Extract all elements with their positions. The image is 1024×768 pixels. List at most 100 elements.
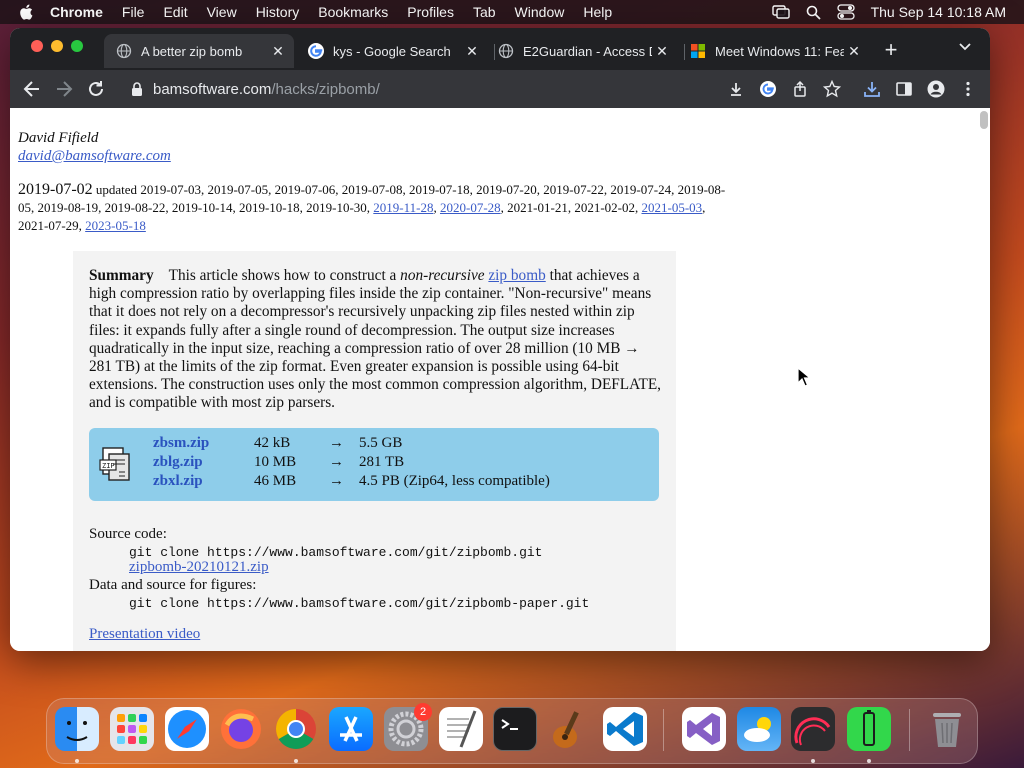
menu-help[interactable]: Help <box>583 4 612 20</box>
tab-strip: A better zip bomb ✕ kys - Google Search … <box>10 28 990 70</box>
fullscreen-window-button[interactable] <box>71 40 83 52</box>
download-link[interactable]: zbsm.zip <box>153 435 209 452</box>
browser-window: A better zip bomb ✕ kys - Google Search … <box>10 28 990 651</box>
summary-paragraph: Summary This article shows how to constr… <box>89 267 661 413</box>
data-git-command: git clone https://www.bamsoftware.com/gi… <box>129 596 590 611</box>
close-tab-icon[interactable]: ✕ <box>462 43 482 60</box>
new-tab-button[interactable]: + <box>879 39 903 63</box>
profile-avatar-icon[interactable] <box>927 80 945 98</box>
tab-search-chevron-icon[interactable] <box>958 40 972 54</box>
lock-icon[interactable] <box>131 81 143 97</box>
system-settings-icon[interactable]: 2 <box>384 703 432 751</box>
publication-date: 2019-07-02 <box>18 181 93 198</box>
updated-label: updated <box>95 182 138 197</box>
update-link-2023-05-18[interactable]: 2023-05-18 <box>85 218 146 233</box>
weather-icon[interactable] <box>737 707 781 751</box>
forward-arrow-icon[interactable] <box>54 79 74 99</box>
install-app-icon[interactable] <box>727 80 745 98</box>
data-source-label: Data and source for figures: <box>89 577 257 593</box>
firefox-icon[interactable] <box>219 707 263 751</box>
publication-dates: 2019-07-02 updated 2019-07-03, 2019-07-0… <box>18 181 726 233</box>
close-window-button[interactable] <box>31 40 43 52</box>
tab-google-search[interactable]: kys - Google Search ✕ <box>296 34 488 68</box>
instruments-icon[interactable] <box>791 707 835 751</box>
apple-menu-icon[interactable] <box>18 3 36 21</box>
launchpad-icon[interactable] <box>110 707 154 751</box>
tab-e2guardian[interactable]: E2Guardian - Access D ✕ <box>486 34 678 68</box>
close-tab-icon[interactable]: ✕ <box>268 43 288 60</box>
bookmark-star-icon[interactable] <box>823 80 841 98</box>
source-git-command: git clone https://www.bamsoftware.com/gi… <box>129 545 543 560</box>
presentation-video-link[interactable]: Presentation video <box>89 626 200 643</box>
page-viewport[interactable]: David Fifield david@bamsoftware.com 2019… <box>10 108 990 651</box>
updated-dates: 2021-07-29, <box>18 218 82 233</box>
control-center-icon[interactable] <box>836 4 855 20</box>
menu-profiles[interactable]: Profiles <box>407 4 454 20</box>
garageband-icon[interactable] <box>547 707 591 751</box>
side-panel-icon[interactable] <box>895 80 913 98</box>
google-lens-icon[interactable] <box>759 80 777 98</box>
menu-file[interactable]: File <box>122 4 145 20</box>
menu-bookmarks[interactable]: Bookmarks <box>318 4 388 20</box>
visual-studio-icon[interactable] <box>682 707 726 751</box>
summary-emphasis: non-recursive <box>400 267 485 284</box>
chrome-icon[interactable] <box>274 707 318 751</box>
expanded-size: 4.5 PB (Zip64, less compatible) <box>359 473 550 489</box>
downloads-icon[interactable] <box>863 80 881 98</box>
menu-history[interactable]: History <box>256 4 300 20</box>
running-indicator <box>294 759 298 763</box>
vscode-icon[interactable] <box>603 707 647 751</box>
address-bar[interactable]: bamsoftware.com/hacks/zipbomb/ <box>119 74 719 104</box>
trash-icon[interactable] <box>925 707 969 751</box>
minimize-window-button[interactable] <box>51 40 63 52</box>
menu-window[interactable]: Window <box>515 4 565 20</box>
close-tab-icon[interactable]: ✕ <box>652 43 672 60</box>
source-code-label: Source code: <box>89 526 167 542</box>
reload-icon[interactable] <box>86 79 106 99</box>
share-icon[interactable] <box>791 80 809 98</box>
back-arrow-icon[interactable] <box>22 79 42 99</box>
tab-title: kys - Google Search <box>333 43 451 59</box>
globe-icon <box>498 43 514 59</box>
running-indicator <box>811 759 815 763</box>
update-link-2020-07-28[interactable]: 2020-07-28 <box>440 200 501 215</box>
screen-mirroring-icon[interactable] <box>771 5 790 19</box>
summary-box: Summary This article shows how to constr… <box>73 251 676 651</box>
expanded-size: 5.5 GB <box>359 435 403 451</box>
update-link-2019-11-28[interactable]: 2019-11-28 <box>373 200 433 215</box>
microsoft-icon <box>691 44 705 58</box>
spotlight-search-icon[interactable] <box>806 5 821 20</box>
more-menu-icon[interactable] <box>959 80 977 98</box>
textedit-icon[interactable] <box>439 707 483 751</box>
updated-dates: , 2021-01-21, 2021-02-02, <box>500 200 639 215</box>
summary-heading: Summary <box>89 267 154 284</box>
safari-icon[interactable] <box>165 707 209 751</box>
dock-separator <box>909 709 910 751</box>
close-tab-icon[interactable]: ✕ <box>844 43 864 60</box>
menu-app-name[interactable]: Chrome <box>50 4 103 20</box>
menu-view[interactable]: View <box>207 4 237 20</box>
zip-bomb-link[interactable]: zip bomb <box>488 267 545 284</box>
download-link[interactable]: zbxl.zip <box>153 473 203 490</box>
dock: 2 <box>46 698 978 764</box>
download-row: zbxl.zip 46 MB → 4.5 PB (Zip64, less com… <box>89 473 659 492</box>
tab-windows11[interactable]: Meet Windows 11: Fea ✕ <box>678 34 870 68</box>
tab-zipbomb[interactable]: A better zip bomb ✕ <box>104 34 294 68</box>
menu-edit[interactable]: Edit <box>163 4 187 20</box>
menu-tab[interactable]: Tab <box>473 4 496 20</box>
finder-icon[interactable] <box>55 707 99 751</box>
download-size: 10 MB <box>254 454 297 470</box>
expansion-arrow: → <box>329 473 344 489</box>
app-store-icon[interactable] <box>329 707 373 751</box>
expansion-arrow: → <box>329 454 344 470</box>
terminal-icon[interactable] <box>493 707 537 751</box>
download-size: 46 MB <box>254 473 297 489</box>
scrollbar-thumb[interactable] <box>980 111 988 129</box>
battery-app-icon[interactable] <box>847 707 891 751</box>
downloads-box: ZIP zbsm.zip 42 kB → 5.5 GB zblg.zip 10 … <box>89 428 659 501</box>
author-email-link[interactable]: david@bamsoftware.com <box>18 148 171 165</box>
update-link-2021-05-03[interactable]: 2021-05-03 <box>641 200 702 215</box>
source-zip-link[interactable]: zipbomb-20210121.zip <box>129 559 269 576</box>
menubar-clock[interactable]: Thu Sep 14 10:18 AM <box>871 4 1006 20</box>
download-link[interactable]: zblg.zip <box>153 454 203 471</box>
